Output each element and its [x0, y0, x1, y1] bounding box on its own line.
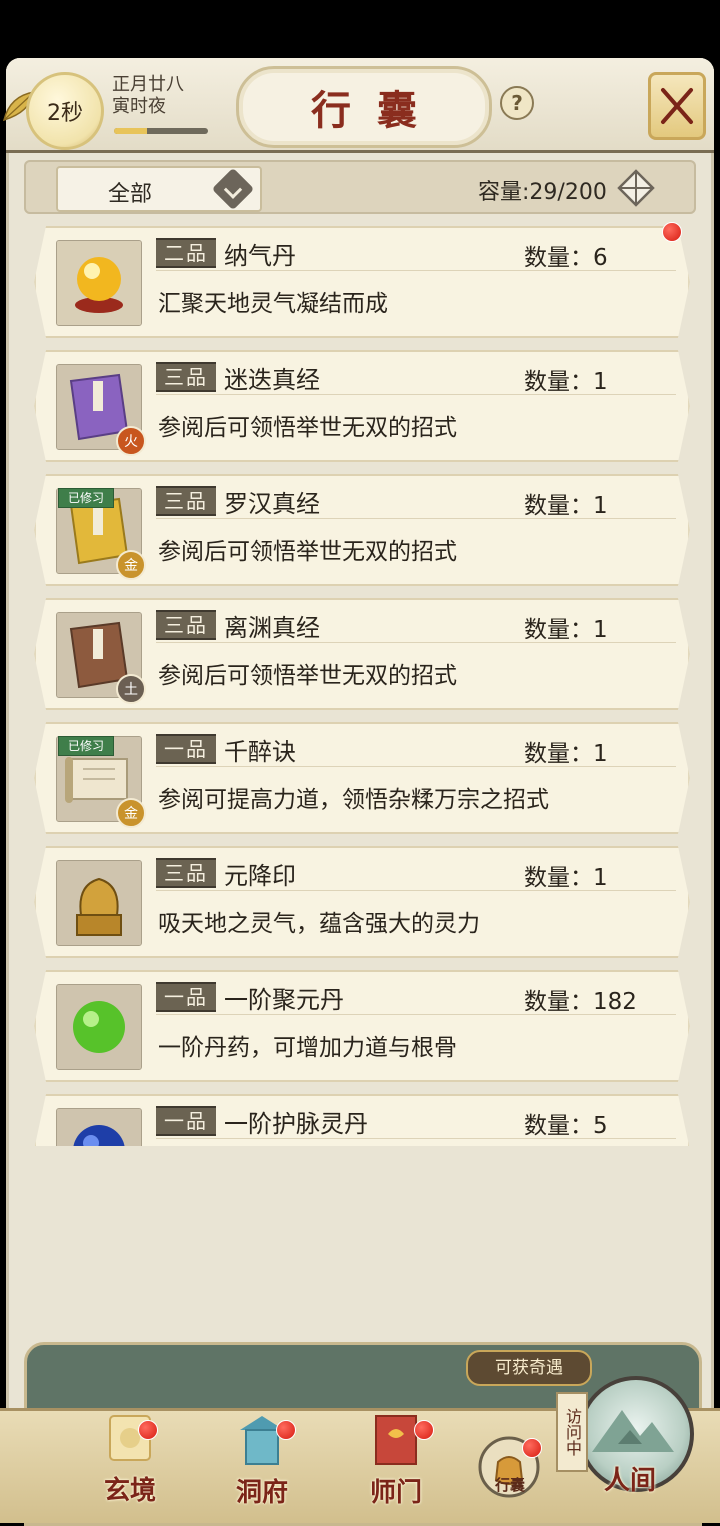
item-grade: 一品: [156, 734, 216, 764]
game-date: 正月廿八 寅时夜: [112, 74, 184, 118]
item-grade: 一品: [156, 1106, 216, 1136]
page-title: 行囊: [311, 87, 443, 134]
notice-dot: [414, 1420, 434, 1440]
item-quantity: 数量：1: [524, 369, 608, 395]
nav-label: 人间: [603, 1466, 656, 1496]
item-name: 罗汉真经: [224, 490, 320, 518]
item-description: 吸天地之灵气，蕴含强大的灵力: [158, 911, 480, 937]
item-name: 迷迭真经: [224, 366, 320, 394]
element-badge: 火: [116, 426, 146, 456]
nav-label: 师门: [369, 1478, 422, 1508]
item-quantity: 数量：1: [524, 493, 608, 519]
item-name: 千醉诀: [224, 738, 296, 766]
help-button[interactable]: ?: [500, 86, 534, 120]
blue-pill-icon: [56, 1108, 142, 1146]
date-lunar: 正月廿八: [112, 74, 184, 95]
item-card[interactable]: 三品 离渊真经 数量：1 参阅后可领悟举世无双的招式土: [34, 598, 690, 710]
learned-badge: 已修习: [58, 488, 114, 508]
item-card[interactable]: 三品 迷迭真经 数量：1 参阅后可领悟举世无双的招式火: [34, 350, 690, 462]
item-quantity: 数量：1: [524, 865, 608, 891]
item-grade: 三品: [156, 858, 216, 888]
divider: [156, 766, 676, 767]
item-grade: 三品: [156, 610, 216, 640]
item-name: 一阶护脉灵丹: [224, 1110, 368, 1138]
new-item-dot: [662, 222, 682, 242]
nav-dongfu[interactable]: 洞府: [212, 1412, 312, 1509]
nav-renjian[interactable]: 人间: [580, 1460, 680, 1497]
learned-badge: 已修习: [58, 736, 114, 756]
banner-icon: [375, 1415, 417, 1465]
divider: [156, 890, 676, 891]
item-description: 汇聚天地灵气凝结而成: [158, 291, 388, 317]
item-quantity: 数量：182: [524, 989, 637, 1015]
divider: [156, 270, 676, 271]
item-list[interactable]: 二品 纳气丹 数量：6 汇聚天地灵气凝结而成 三品 迷迭真经 数量：1 参阅后可领悟举世无双的…: [24, 222, 696, 1146]
item-grade: 三品: [156, 486, 216, 516]
item-card[interactable]: 一品 千醉诀 数量：1 参阅可提高力道，领悟杂糅万宗之招式 已修习金: [34, 722, 690, 834]
nav-label: 洞府: [235, 1478, 288, 1508]
item-description: 参阅后可领悟举世无双的招式: [158, 539, 457, 565]
item-quantity: 数量：1: [524, 741, 608, 767]
item-description: 参阅后可领悟举世无双的招式: [158, 415, 457, 441]
green-pill-icon: [56, 984, 142, 1070]
item-name: 一阶聚元丹: [224, 986, 344, 1014]
item-grade: 三品: [156, 362, 216, 392]
encounter-tag[interactable]: 可获奇遇: [466, 1350, 592, 1386]
nav-label: 玄境: [103, 1476, 156, 1506]
category-dropdown[interactable]: 全部: [56, 166, 262, 212]
divider: [156, 642, 676, 643]
element-badge: 土: [116, 674, 146, 704]
item-card[interactable]: 一品 一阶护脉灵丹 数量：5: [34, 1094, 690, 1146]
capacity-text: 容量:29/200: [478, 180, 607, 205]
notice-dot: [138, 1420, 158, 1440]
item-description: 参阅后可领悟举世无双的招式: [158, 663, 457, 689]
item-card[interactable]: 三品 罗汉真经 数量：1 参阅后可领悟举世无双的招式 已修习金: [34, 474, 690, 586]
close-button[interactable]: [648, 72, 706, 140]
divider: [156, 1138, 676, 1139]
date-hour: 寅时夜: [112, 96, 166, 117]
element-badge: 金: [116, 550, 146, 580]
item-quantity: 数量：6: [524, 245, 608, 271]
item-name: 纳气丹: [224, 242, 296, 270]
item-name: 离渊真经: [224, 614, 320, 642]
nav-label: 行囊: [494, 1476, 525, 1494]
item-card[interactable]: 三品 元降印 数量：1 吸天地之灵气，蕴含强大的灵力: [34, 846, 690, 958]
divider: [156, 518, 676, 519]
item-card[interactable]: 二品 纳气丹 数量：6 汇聚天地灵气凝结而成: [34, 226, 690, 338]
time-progress-bar: [114, 128, 208, 134]
item-description: 一阶丹药，可增加力道与根骨: [158, 1035, 457, 1061]
nav-xuanjing[interactable]: 玄境: [80, 1410, 180, 1507]
time-progress-fill: [114, 128, 147, 134]
item-description: 参阅可提高力道，领悟杂糅万宗之招式: [158, 787, 549, 813]
item-quantity: 数量：5: [524, 1113, 608, 1139]
item-grade: 二品: [156, 238, 216, 268]
item-grade: 一品: [156, 982, 216, 1012]
notice-dot: [522, 1438, 542, 1458]
divider: [156, 1014, 676, 1015]
close-icon: [661, 88, 693, 124]
chevron-down-icon: [211, 167, 255, 211]
element-badge: 金: [116, 798, 146, 828]
category-selected: 全部: [108, 182, 153, 207]
divider: [156, 394, 676, 395]
item-name: 元降印: [224, 862, 296, 890]
notice-dot: [276, 1420, 296, 1440]
title-plate: 行囊: [236, 66, 492, 148]
dragon-seal-icon: [56, 860, 142, 946]
golden-orb-icon: [56, 240, 142, 326]
countdown-timer[interactable]: 2秒: [26, 72, 104, 150]
item-quantity: 数量：1: [524, 617, 608, 643]
expand-capacity-icon[interactable]: [616, 168, 656, 208]
item-card[interactable]: 一品 一阶聚元丹 数量：182 一阶丹药，可增加力道与根骨: [34, 970, 690, 1082]
